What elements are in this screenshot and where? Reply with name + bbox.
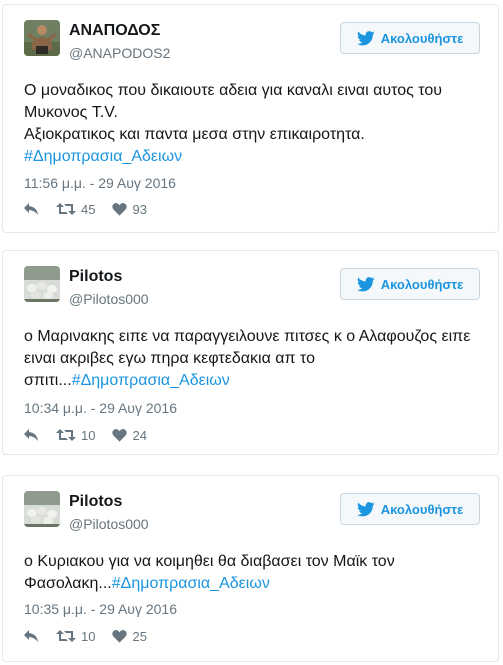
avatar-image: [24, 20, 60, 56]
tweet-text-line: ο Μαρινακης ειπε να παραγγειλουνε πιτσες…: [24, 328, 471, 345]
tweet-text-tail: Φασολακη...: [24, 575, 112, 592]
heart-icon: [112, 630, 128, 643]
retweet-icon: [56, 203, 76, 215]
tweet-text-tail: σπιτι...: [24, 372, 72, 389]
follow-button-label: Ακολουθήστε: [380, 501, 464, 517]
tweet-timestamp[interactable]: 10:34 μ.μ. - 29 Αυγ 2016: [24, 400, 177, 416]
follow-button[interactable]: Ακολουθήστε: [340, 493, 480, 525]
hashtag-link[interactable]: #Δημοπρασια_Αδειων: [112, 575, 270, 592]
tweet-timestamp[interactable]: 11:56 μ.μ. - 29 Αυγ 2016: [24, 175, 176, 191]
avatar[interactable]: [24, 266, 60, 302]
like-count: 24: [132, 427, 147, 443]
tweet-card: ΑΝΑΠΟΔΟΣ @ANAPODOS2 Ακολουθήστε Ο μοναδι…: [2, 4, 499, 233]
hashtag-link[interactable]: #Δημοπρασια_Αδειων: [72, 372, 230, 389]
avatar-image: [24, 266, 60, 302]
retweet-icon: [56, 429, 76, 441]
retweet-button[interactable]: 10: [56, 629, 95, 644]
reply-icon: [24, 203, 38, 215]
retweet-count: 10: [81, 628, 96, 644]
author-handle[interactable]: @ANAPODOS2: [69, 45, 170, 61]
twitter-bird-icon: [356, 501, 375, 516]
tweet-text-line: ειναι ακριβες εγω πηρα κεφτεδακια απ το: [24, 350, 316, 367]
avatar[interactable]: [24, 491, 60, 527]
follow-button[interactable]: Ακολουθήστε: [340, 22, 480, 54]
like-count: 93: [132, 201, 147, 217]
like-button[interactable]: 25: [112, 628, 147, 644]
like-button[interactable]: 24: [112, 427, 147, 443]
twitter-bird-icon: [356, 30, 375, 45]
author-handle[interactable]: @Pilotos000: [69, 291, 149, 307]
like-button[interactable]: 93: [112, 201, 147, 217]
retweet-button[interactable]: 45: [56, 202, 95, 217]
retweet-icon: [56, 630, 76, 642]
follow-button-label: Ακολουθήστε: [380, 30, 464, 46]
twitter-bird-icon: [356, 276, 375, 291]
follow-button-label: Ακολουθήστε: [380, 276, 464, 292]
tweet-card: Pilotos @Pilotos000 Ακολουθήστε ο Κυριακ…: [2, 475, 499, 662]
tweet-timestamp[interactable]: 10:35 μ.μ. - 29 Αυγ 2016: [24, 601, 177, 617]
reply-button[interactable]: [23, 202, 39, 216]
tweet-text-line: ο Κυριακου για να κοιμηθει θα διαβασει τ…: [24, 553, 395, 570]
reply-icon: [24, 429, 38, 441]
retweet-count: 45: [81, 201, 96, 217]
heart-icon: [112, 429, 128, 442]
tweet-text-line: Ο μοναδικος που δικαιουτε αδεια για κανα…: [24, 82, 443, 99]
tweet-actions: 10 25: [23, 626, 164, 646]
hashtag-link[interactable]: #Δημοπρασια_Αδειων: [24, 148, 182, 165]
author-name[interactable]: ΑΝΑΠΟΔΟΣ: [69, 22, 160, 40]
author-name[interactable]: Pilotos: [69, 268, 122, 286]
retweet-button[interactable]: 10: [56, 428, 95, 443]
tweet-text: ο Μαρινακης ειπε να παραγγειλουνε πιτσες…: [24, 326, 484, 392]
tweet-actions: 45 93: [23, 199, 164, 219]
retweet-count: 10: [81, 427, 96, 443]
tweet-card: Pilotos @Pilotos000 Ακολουθήστε ο Μαρινα…: [2, 250, 499, 455]
tweet-text: ο Κυριακου για να κοιμηθει θα διαβασει τ…: [24, 551, 484, 595]
heart-icon: [112, 203, 128, 216]
avatar-image: [24, 491, 60, 527]
author-name[interactable]: Pilotos: [69, 493, 122, 511]
tweet-text-line: Μυκονος T.V.: [24, 104, 118, 121]
reply-icon: [24, 630, 38, 642]
author-handle[interactable]: @Pilotos000: [69, 516, 149, 532]
tweet-text-line: Αξιοκρατικος και παντα μεσα στην επικαιρ…: [24, 126, 365, 143]
follow-button[interactable]: Ακολουθήστε: [340, 268, 480, 300]
tweet-actions: 10 24: [23, 425, 164, 445]
reply-button[interactable]: [23, 428, 39, 442]
avatar[interactable]: [24, 20, 60, 56]
reply-button[interactable]: [23, 629, 39, 643]
tweet-text: Ο μοναδικος που δικαιουτε αδεια για κανα…: [24, 80, 484, 168]
like-count: 25: [132, 628, 147, 644]
